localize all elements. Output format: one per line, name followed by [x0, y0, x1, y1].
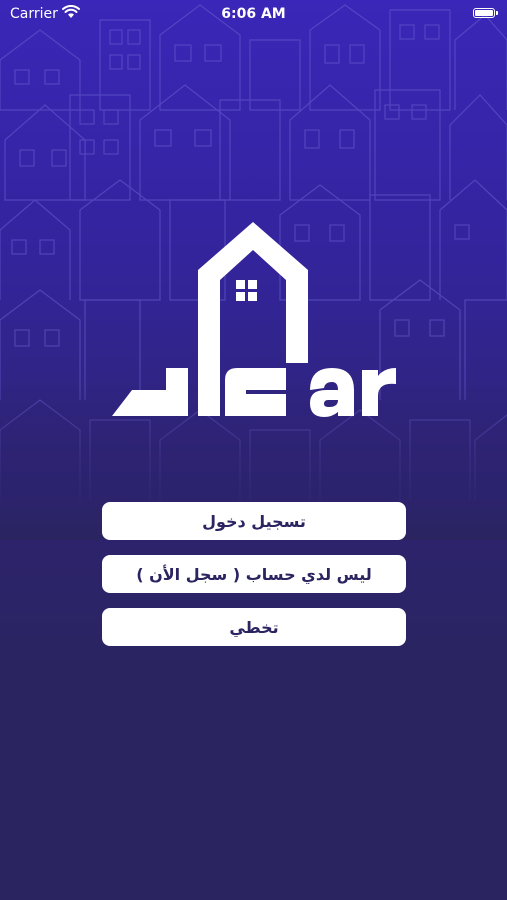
status-bar: Carrier 6:06 AM	[0, 0, 507, 28]
login-button[interactable]: تسجيل دخول	[102, 502, 406, 540]
battery-icon	[473, 8, 498, 18]
splash-screen: Carrier 6:06 AM تسجيل دخول ليس لدي حساب …	[0, 0, 507, 900]
skip-button[interactable]: تخطي	[102, 608, 406, 646]
register-button[interactable]: ليس لدي حساب ( سجل الأن )	[102, 555, 406, 593]
clock-label: 6:06 AM	[221, 6, 286, 22]
house-logo-icon	[112, 222, 396, 417]
